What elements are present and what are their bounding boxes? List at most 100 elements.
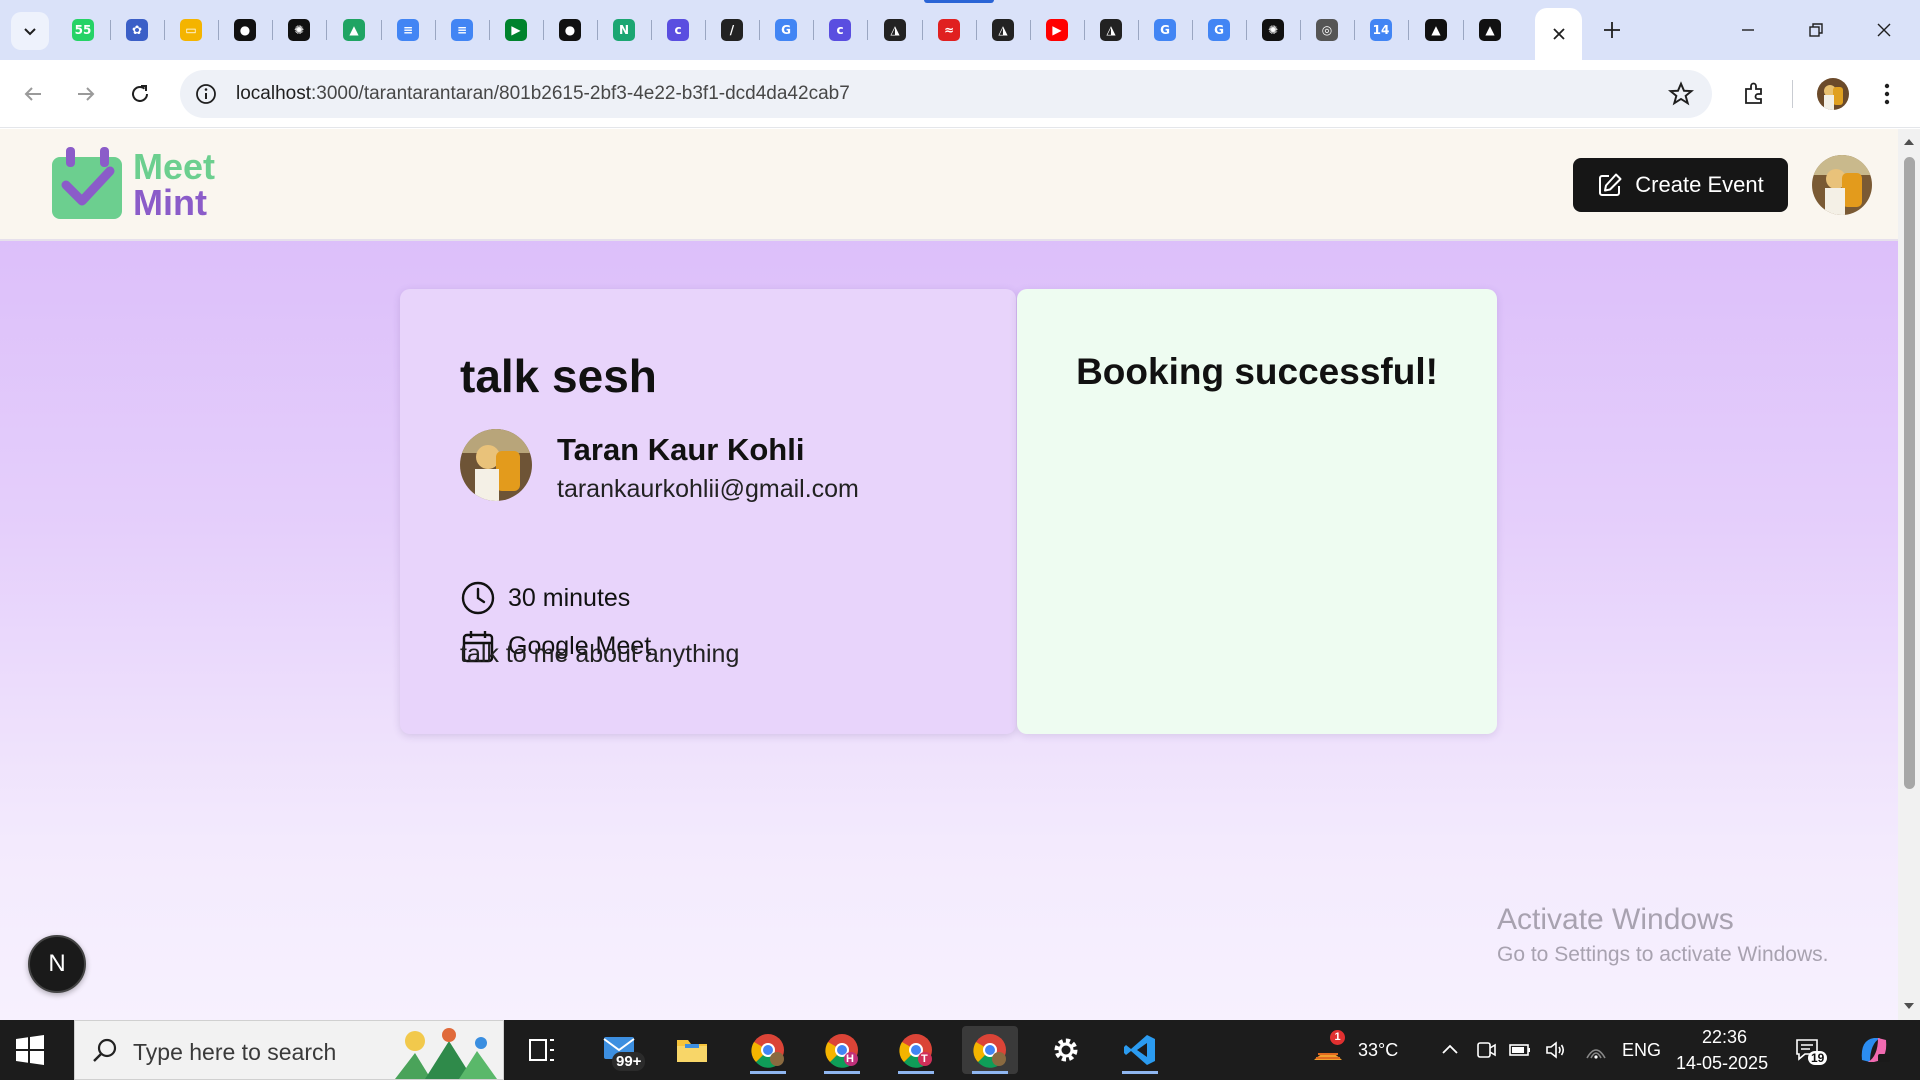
clock-time[interactable]: 22:36 <box>1702 1027 1747 1048</box>
new-tab-button[interactable] <box>1596 14 1628 46</box>
reload-button[interactable] <box>122 76 158 112</box>
logo-wordmark[interactable]: Meet Mint <box>133 149 215 221</box>
chrome-window-2[interactable]: H <box>814 1026 870 1074</box>
tab-20[interactable]: ◮ <box>1094 14 1128 46</box>
avatar-photo <box>460 429 532 501</box>
canva-icon: c <box>829 19 851 41</box>
tab-2[interactable]: ✿ <box>120 14 154 46</box>
file-explorer-button[interactable] <box>664 1026 720 1074</box>
tab-11[interactable]: N <box>607 14 641 46</box>
tab-12[interactable]: c <box>661 14 695 46</box>
host-name: Taran Kaur Kohli <box>557 432 805 467</box>
tab-24[interactable]: ◎ <box>1310 14 1344 46</box>
forward-button[interactable] <box>68 76 104 112</box>
restore-button[interactable] <box>1788 8 1844 52</box>
wifi-icon[interactable] <box>1584 1038 1608 1062</box>
tab-26[interactable]: ▲ <box>1419 14 1453 46</box>
tab-8[interactable]: ≡ <box>445 14 479 46</box>
task-view-button[interactable] <box>514 1026 570 1074</box>
close-tab-icon[interactable] <box>1552 27 1566 41</box>
input-language[interactable]: ENG <box>1622 1040 1661 1061</box>
whatsapp-icon: 55 <box>72 19 94 41</box>
tab-13[interactable]: / <box>715 14 749 46</box>
tab-15[interactable]: c <box>823 14 857 46</box>
taskbar-search[interactable]: Type here to search <box>74 1020 504 1080</box>
tab-17[interactable]: ≈ <box>932 14 966 46</box>
edit-square-icon <box>1599 173 1622 196</box>
arrow-left-icon <box>24 87 41 101</box>
tab-3[interactable]: ▭ <box>174 14 208 46</box>
vscode-icon <box>1124 1035 1155 1065</box>
tab-21[interactable]: G <box>1148 14 1182 46</box>
extensions-button[interactable] <box>1738 78 1770 110</box>
mail-app-button[interactable]: 99+ <box>594 1026 650 1074</box>
tab-5[interactable]: ✺ <box>282 14 316 46</box>
tab-separator <box>1463 20 1464 40</box>
tab-separator <box>110 20 111 40</box>
tab-27[interactable]: ▲ <box>1473 14 1507 46</box>
tab-4[interactable]: ● <box>228 14 262 46</box>
running-indicator <box>824 1071 860 1074</box>
tab-9[interactable]: ▶ <box>499 14 533 46</box>
arrow-right-icon <box>78 87 95 101</box>
scroll-up-arrow-icon[interactable] <box>1903 137 1915 147</box>
scrollbar-thumb[interactable] <box>1904 157 1915 789</box>
tab-separator <box>759 20 760 40</box>
tab-22[interactable]: G <box>1202 14 1236 46</box>
clock-date[interactable]: 14-05-2025 <box>1676 1053 1768 1074</box>
settings-app-button[interactable] <box>1038 1026 1094 1074</box>
browser-profile-avatar[interactable] <box>1817 78 1849 110</box>
url-text[interactable]: localhost:3000/tarantarantaran/801b2615-… <box>236 83 850 105</box>
chrome-icon <box>899 1034 932 1068</box>
tab-25[interactable]: 14 <box>1364 14 1398 46</box>
tab-14[interactable]: G <box>769 14 803 46</box>
user-avatar[interactable] <box>1812 155 1872 215</box>
minimize-icon <box>1742 29 1754 31</box>
chrome-window-4-active[interactable] <box>962 1026 1018 1074</box>
page-scrollbar[interactable] <box>1898 129 1920 1020</box>
reload-icon <box>132 85 148 102</box>
back-button[interactable] <box>15 76 51 112</box>
active-tab[interactable] <box>1535 8 1582 60</box>
chevron-up-icon[interactable] <box>1438 1038 1462 1062</box>
event-details-card: talk sesh Taran Kaur Kohli tarankaurkohl… <box>400 289 1016 734</box>
chrome-window-3[interactable]: T <box>888 1026 944 1074</box>
chrome-window-1[interactable] <box>740 1026 796 1074</box>
tab-16[interactable]: ◮ <box>878 14 912 46</box>
weather-temperature[interactable]: 33°C <box>1358 1040 1398 1061</box>
site-info-icon[interactable] <box>194 82 218 106</box>
tab-7[interactable]: ≡ <box>391 14 425 46</box>
battery-icon[interactable] <box>1508 1038 1532 1062</box>
tab-search-button[interactable] <box>11 12 49 50</box>
address-bar[interactable]: localhost:3000/tarantarantaran/801b2615-… <box>180 70 1712 118</box>
tab-separator <box>597 20 598 40</box>
triangle-icon: ▲ <box>1479 19 1501 41</box>
speaker-icon[interactable] <box>1544 1038 1568 1062</box>
scroll-down-arrow-icon[interactable] <box>1903 1001 1915 1011</box>
menu-button[interactable] <box>1871 78 1903 110</box>
tab-18[interactable]: ◮ <box>986 14 1020 46</box>
chrome-icon <box>751 1034 784 1068</box>
copilot-icon[interactable] <box>1856 1032 1892 1068</box>
tab-6[interactable]: ▲ <box>337 14 371 46</box>
vercel-like-icon: ◮ <box>1100 19 1122 41</box>
tab-separator <box>705 20 706 40</box>
tab-10[interactable]: ● <box>553 14 587 46</box>
mongodb-icon: ● <box>234 19 256 41</box>
create-event-button[interactable]: Create Event <box>1573 158 1788 212</box>
close-window-button[interactable] <box>1856 8 1912 52</box>
meet-now-icon[interactable] <box>1474 1038 1498 1062</box>
vscode-button[interactable] <box>1112 1026 1168 1074</box>
windows-start-icon[interactable] <box>14 1034 46 1066</box>
tab-23[interactable]: ✺ <box>1256 14 1290 46</box>
vercel-like-icon: ◮ <box>992 19 1014 41</box>
tab-separator <box>1192 20 1193 40</box>
bookmark-star-icon[interactable] <box>1668 81 1694 107</box>
tab-separator <box>1354 20 1355 40</box>
minimize-button[interactable] <box>1720 8 1776 52</box>
tab-1[interactable]: 55 <box>66 14 100 46</box>
triangle-icon: ▲ <box>1425 19 1447 41</box>
tab-19[interactable]: ▶ <box>1040 14 1074 46</box>
puzzle-icon <box>1745 82 1762 104</box>
nextjs-dev-indicator[interactable]: N <box>28 935 86 993</box>
